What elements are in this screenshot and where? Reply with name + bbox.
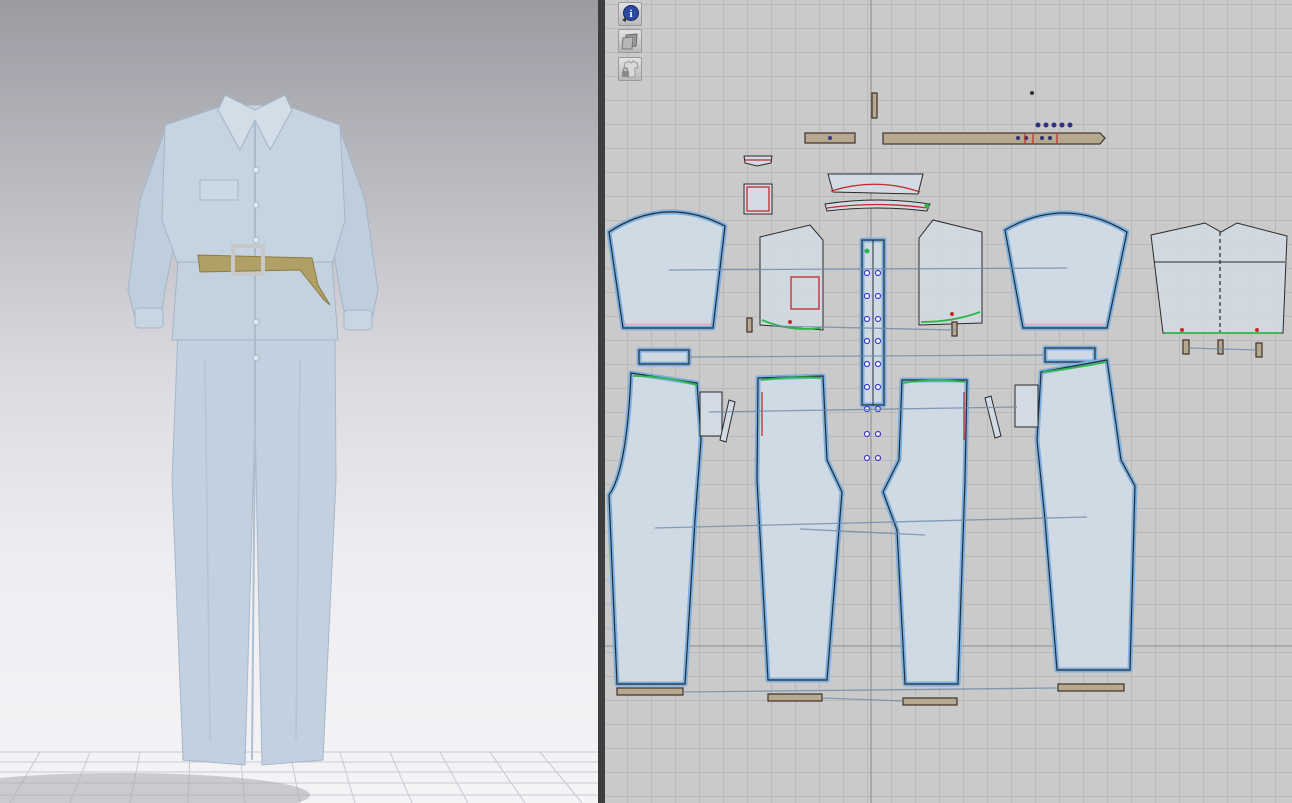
- pants-back-right[interactable]: [1014, 357, 1138, 673]
- locked-garment-button[interactable]: [618, 57, 642, 81]
- info-icon: i: [622, 5, 639, 22]
- layers-icon: [621, 33, 638, 50]
- pattern-canvas: [605, 0, 1292, 803]
- layers-button[interactable]: [618, 29, 642, 53]
- collar-stand[interactable]: [824, 199, 931, 212]
- 3d-scene: [0, 94, 598, 803]
- belt-loop[interactable]: [871, 91, 1034, 119]
- jumpsuit-avatar[interactable]: [127, 94, 379, 766]
- floor-shadow: [0, 773, 310, 803]
- 3d-viewport[interactable]: [0, 0, 598, 803]
- bodice-front-left[interactable]: [759, 224, 824, 331]
- svg-text:i: i: [629, 8, 632, 20]
- pocket-flap[interactable]: [743, 155, 773, 167]
- pants-front-left[interactable]: [754, 373, 845, 683]
- bodice-front-right[interactable]: [918, 219, 983, 326]
- sleeve-right[interactable]: [1002, 210, 1130, 331]
- belt-strap[interactable]: [804, 122, 1106, 145]
- info-button[interactable]: i: [618, 2, 642, 26]
- locked-garment-icon: [622, 60, 639, 78]
- pants-front-right[interactable]: [880, 377, 1002, 687]
- hem-band-left[interactable]: [616, 687, 823, 702]
- view-divider[interactable]: [598, 0, 605, 803]
- chest-pocket[interactable]: [743, 183, 773, 215]
- collar[interactable]: [827, 173, 924, 195]
- pants-back-left[interactable]: [606, 370, 736, 687]
- placket[interactable]: [859, 237, 887, 462]
- 2d-pattern-view[interactable]: i: [605, 0, 1292, 803]
- hem-band-right[interactable]: [902, 683, 1125, 706]
- bodice-back[interactable]: [1150, 222, 1288, 334]
